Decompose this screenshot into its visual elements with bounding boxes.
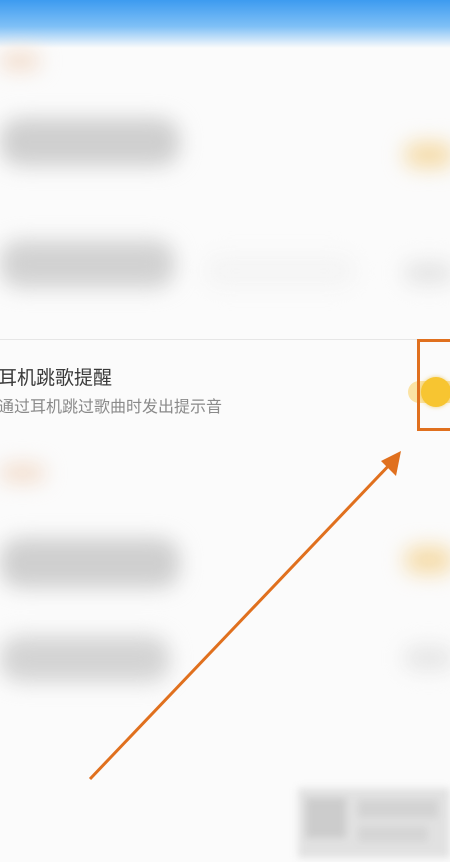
arrow-annotation-icon: [88, 451, 401, 781]
